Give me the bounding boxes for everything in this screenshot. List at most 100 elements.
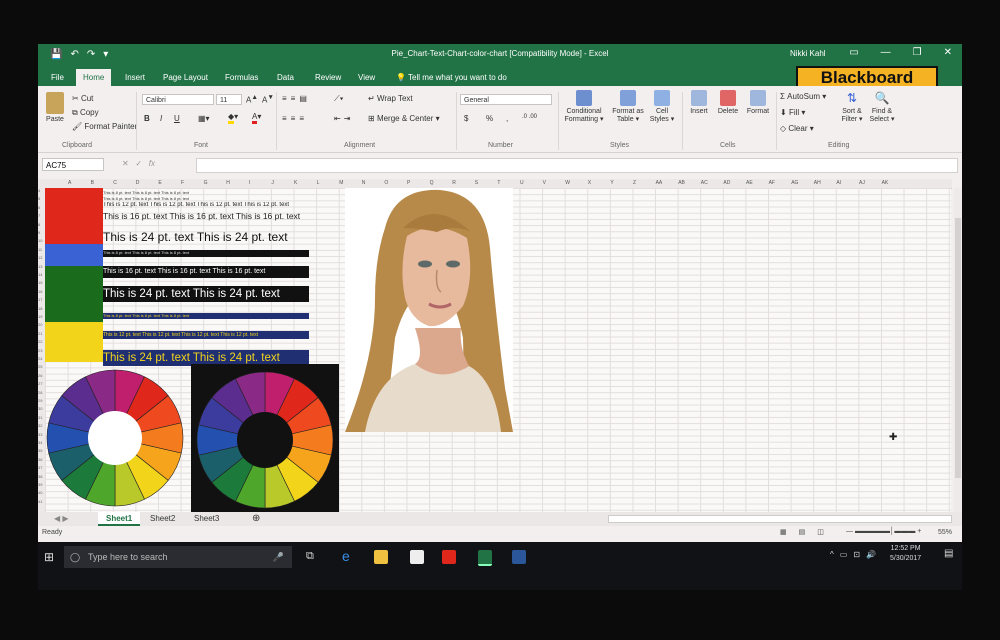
fill-color-icon[interactable]: ◆▾: [228, 112, 238, 124]
tab-data[interactable]: Data: [270, 69, 301, 86]
row-header[interactable]: 14: [38, 272, 42, 277]
indent-icons[interactable]: ⇤⇥: [334, 114, 353, 123]
row-header[interactable]: 21: [38, 331, 42, 336]
row-header[interactable]: 27: [38, 381, 42, 386]
column-header[interactable]: AB: [678, 180, 685, 186]
row-header[interactable]: 35: [38, 448, 42, 453]
column-header[interactable]: J: [271, 180, 274, 186]
column-header[interactable]: AI: [836, 180, 841, 186]
name-box[interactable]: AC75: [42, 158, 104, 171]
task-view-icon[interactable]: ⧉: [306, 550, 314, 563]
system-tray-icons[interactable]: ^▭⊡🔊: [830, 550, 882, 559]
fill-button[interactable]: ⬇ Fill ▾: [780, 108, 805, 117]
column-header[interactable]: M: [339, 180, 343, 186]
row-header[interactable]: 41: [38, 499, 42, 504]
notifications-icon[interactable]: ▤: [944, 548, 953, 559]
column-header[interactable]: R: [452, 180, 456, 186]
taskbar-search[interactable]: ◯ Type here to search 🎤: [64, 546, 292, 568]
column-header[interactable]: AE: [746, 180, 753, 186]
row-header[interactable]: 22: [38, 339, 42, 344]
color-wheel-black-center[interactable]: [191, 364, 339, 512]
orientation-icon[interactable]: ⟋▾: [334, 94, 344, 104]
row-header[interactable]: 25: [38, 364, 42, 369]
conditional-formatting-button[interactable]: Conditional Formatting ▾: [560, 90, 608, 124]
tab-insert[interactable]: Insert: [118, 69, 152, 86]
app-red-icon[interactable]: [442, 550, 456, 564]
restore-icon[interactable]: ❐: [913, 47, 922, 58]
column-header[interactable]: Q: [430, 180, 434, 186]
column-header[interactable]: B: [91, 180, 94, 186]
vertical-scrollbar[interactable]: [954, 188, 962, 512]
taskbar-clock[interactable]: 12:52 PM 5/30/2017: [890, 544, 921, 564]
tab-view[interactable]: View: [351, 69, 382, 86]
row-header[interactable]: 6: [38, 205, 40, 210]
row-header[interactable]: 9: [38, 230, 40, 235]
vertical-align-icons[interactable]: ≡≡▤: [282, 94, 311, 103]
sheet-tab-2[interactable]: Sheet2: [142, 512, 183, 526]
row-header[interactable]: 16: [38, 289, 42, 294]
sheet-nav-arrows[interactable]: ◀ ▶: [46, 512, 77, 526]
borders-icon[interactable]: ▦▾: [198, 114, 210, 123]
view-buttons[interactable]: ▦▤◫: [780, 528, 836, 536]
color-wheel-white-center[interactable]: [45, 366, 193, 512]
shrink-font-button[interactable]: A▼: [262, 94, 274, 105]
row-header[interactable]: 30: [38, 406, 42, 411]
wrap-text-button[interactable]: ↵ Wrap Text: [368, 94, 413, 103]
row-header[interactable]: 23: [38, 348, 42, 353]
column-header[interactable]: P: [407, 180, 410, 186]
row-header[interactable]: 26: [38, 373, 42, 378]
find-select-button[interactable]: 🔍 Find & Select ▾: [868, 90, 896, 124]
excel-icon[interactable]: [478, 550, 492, 566]
row-header[interactable]: 36: [38, 457, 42, 462]
number-format-select[interactable]: General: [460, 94, 552, 105]
row-header[interactable]: 31: [38, 415, 42, 420]
cut-button[interactable]: ✂ Cut: [72, 94, 93, 103]
font-color-icon[interactable]: A▾: [252, 112, 261, 124]
clear-button[interactable]: ◇ Clear ▾: [780, 124, 814, 133]
sheet-tab-3[interactable]: Sheet3: [186, 512, 227, 526]
zoom-level[interactable]: 55%: [938, 529, 952, 536]
new-sheet-icon[interactable]: ⊕: [244, 512, 268, 526]
column-header[interactable]: W: [565, 180, 570, 186]
microphone-icon[interactable]: 🎤: [273, 546, 284, 568]
tab-page-layout[interactable]: Page Layout: [156, 69, 215, 86]
delete-cells-button[interactable]: Delete: [714, 90, 742, 116]
close-icon[interactable]: ✕: [944, 47, 952, 58]
column-header[interactable]: Y: [610, 180, 613, 186]
row-header[interactable]: 5: [38, 196, 40, 201]
row-header[interactable]: 40: [38, 490, 42, 495]
row-header[interactable]: 11: [38, 247, 42, 252]
ribbon-display-icon[interactable]: ▭: [849, 47, 858, 58]
column-header[interactable]: AC: [701, 180, 708, 186]
tab-formulas[interactable]: Formulas: [218, 69, 265, 86]
column-header[interactable]: I: [249, 180, 250, 186]
column-header[interactable]: O: [384, 180, 388, 186]
comma-style-icon[interactable]: ,: [506, 114, 508, 123]
row-header[interactable]: 38: [38, 474, 42, 479]
sort-filter-button[interactable]: ⇅ Sort & Filter ▾: [838, 90, 866, 124]
cell-styles-button[interactable]: Cell Styles ▾: [648, 90, 676, 124]
row-header[interactable]: 33: [38, 432, 42, 437]
row-header[interactable]: 13: [38, 264, 42, 269]
row-header[interactable]: 39: [38, 482, 42, 487]
vertical-scroll-thumb[interactable]: [955, 218, 961, 478]
insert-cells-button[interactable]: Insert: [686, 90, 712, 116]
percent-button[interactable]: %: [486, 114, 493, 123]
decimal-icons[interactable]: .0 .00: [522, 114, 537, 120]
italic-button[interactable]: I: [160, 114, 162, 123]
row-header[interactable]: 19: [38, 314, 42, 319]
zoom-slider[interactable]: — ▬▬▬▬▬│▬▬▬ +: [846, 528, 921, 535]
column-header[interactable]: V: [543, 180, 546, 186]
row-header[interactable]: 10: [38, 238, 42, 243]
row-header[interactable]: 34: [38, 440, 42, 445]
user-name[interactable]: Nikki Kahl: [790, 49, 826, 58]
tab-home[interactable]: Home: [76, 69, 112, 86]
tell-me-box[interactable]: 💡 Tell me what you want to do: [396, 69, 507, 86]
underline-button[interactable]: U: [174, 114, 180, 123]
cancel-icon[interactable]: ✕: [122, 159, 129, 168]
column-header[interactable]: Z: [633, 180, 636, 186]
windows-start-icon[interactable]: ⊞: [44, 550, 54, 564]
row-header[interactable]: 32: [38, 423, 42, 428]
format-painter-button[interactable]: 🖌 Format Painter: [72, 122, 137, 131]
row-header[interactable]: 20: [38, 322, 42, 327]
